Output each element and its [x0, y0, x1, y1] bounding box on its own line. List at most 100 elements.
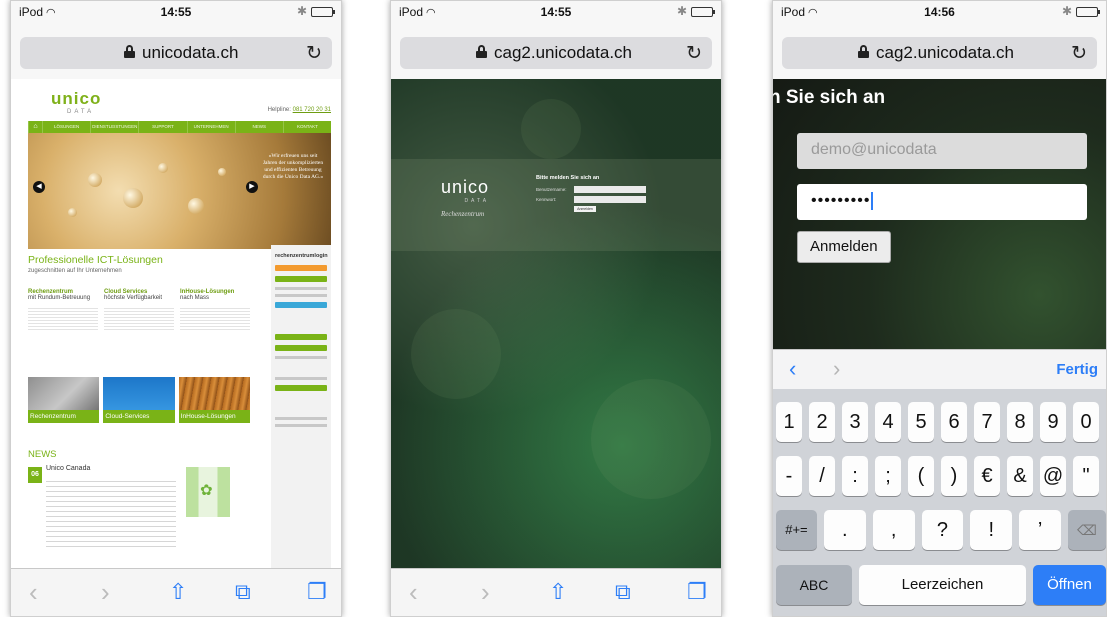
home-icon[interactable]: ⌂: [28, 121, 42, 133]
previous-field-icon[interactable]: ‹: [789, 356, 796, 382]
tile-rechenzentrum[interactable]: Rechenzentrum: [28, 377, 100, 423]
keyboard-row-bottom: ABC Leerzeichen Öffnen: [776, 565, 1106, 605]
sidebar-title: rechenzentrumlogin: [275, 253, 328, 259]
sidebar-button[interactable]: [275, 265, 327, 271]
key[interactable]: :: [842, 456, 868, 496]
key[interactable]: &: [1007, 456, 1033, 496]
sidebar-button[interactable]: [275, 345, 327, 351]
sidebar-button[interactable]: [275, 302, 327, 308]
key[interactable]: ?: [921, 510, 964, 550]
bookmarks-icon[interactable]: ⧉: [615, 577, 631, 607]
key[interactable]: €: [974, 456, 1000, 496]
address-bar[interactable]: unicodata.ch ↻: [20, 37, 332, 69]
password-field[interactable]: •••••••••: [797, 184, 1087, 220]
tile-inhouse[interactable]: InHouse-Lösungen: [178, 377, 250, 423]
nav-item[interactable]: NEWS: [234, 121, 283, 133]
clock: 14:55: [160, 5, 192, 19]
site-logo[interactable]: unico DATA: [51, 89, 101, 115]
url-text: cag2.unicodata.ch: [876, 43, 1014, 62]
sidebar-link[interactable]: [275, 417, 327, 420]
key[interactable]: -: [776, 456, 802, 496]
news-title[interactable]: Unico Canada: [46, 465, 90, 472]
tabs-icon[interactable]: ❐: [307, 577, 327, 607]
space-key[interactable]: Leerzeichen: [859, 565, 1026, 605]
key[interactable]: 5: [908, 402, 934, 442]
reload-icon[interactable]: ↻: [306, 42, 322, 65]
key[interactable]: 4: [875, 402, 901, 442]
intro: Professionelle ICT-Lösungen zugeschnitte…: [28, 254, 248, 274]
slider-next-icon[interactable]: ▶: [246, 181, 258, 193]
sidebar-link[interactable]: [275, 424, 327, 427]
back-icon[interactable]: ‹: [29, 577, 38, 607]
key[interactable]: 7: [974, 402, 1000, 442]
back-icon[interactable]: ‹: [409, 577, 418, 607]
password-row: Kennwort:: [536, 196, 656, 203]
key[interactable]: ;: [875, 456, 901, 496]
status-bar: iPod ◠ 14:56 ✱: [773, 1, 1106, 23]
login-button[interactable]: Anmelden: [797, 231, 891, 263]
status-bar: iPod ◠ 14:55 ✱: [391, 1, 721, 23]
bookmarks-icon[interactable]: ⧉: [235, 577, 251, 607]
key[interactable]: ": [1073, 456, 1099, 496]
clock: 14:55: [540, 5, 572, 19]
key[interactable]: @: [1040, 456, 1066, 496]
nav-item[interactable]: SUPPORT: [138, 121, 186, 133]
key[interactable]: 1: [776, 402, 802, 442]
login-button[interactable]: Anmelden: [574, 206, 596, 212]
key[interactable]: 3: [842, 402, 868, 442]
slider-prev-icon[interactable]: ◀: [33, 181, 45, 193]
battery-icon: [1076, 7, 1100, 17]
reload-icon[interactable]: ↻: [686, 42, 702, 65]
key[interactable]: !: [970, 510, 1013, 550]
go-key[interactable]: Öffnen: [1033, 565, 1106, 605]
key[interactable]: .: [823, 510, 866, 550]
logo-text: unico: [51, 89, 102, 108]
key[interactable]: 0: [1073, 402, 1099, 442]
nav-item[interactable]: UNTERNEHMEN: [186, 121, 235, 133]
address-bar[interactable]: cag2.unicodata.ch ↻: [782, 37, 1097, 69]
forward-icon[interactable]: ›: [101, 577, 110, 607]
delete-icon[interactable]: ⌫: [1068, 510, 1106, 550]
login-form: Bitte melden Sie sich an Benutzername: K…: [536, 175, 656, 212]
sidebar-button[interactable]: [275, 385, 327, 391]
key[interactable]: 9: [1040, 402, 1066, 442]
password-field[interactable]: [574, 196, 646, 203]
username-field[interactable]: [574, 186, 646, 193]
helpline-number[interactable]: 081 720 20 31: [293, 107, 331, 113]
key[interactable]: /: [809, 456, 835, 496]
forward-icon[interactable]: ›: [481, 577, 490, 607]
key[interactable]: ’: [1019, 510, 1062, 550]
share-icon[interactable]: ⇧: [549, 577, 567, 607]
done-button[interactable]: Fertig: [1056, 361, 1098, 378]
sidebar-link[interactable]: [275, 356, 327, 359]
tile-cloud-services[interactable]: Cloud-Services: [103, 377, 175, 423]
sidebar-link[interactable]: [275, 294, 327, 297]
key[interactable]: (: [908, 456, 934, 496]
service-tiles: Rechenzentrum Cloud-Services InHouse-Lös…: [28, 377, 250, 423]
tabs-icon[interactable]: ❐: [687, 577, 707, 607]
logo-subtext: DATA: [464, 198, 490, 204]
sidebar-button[interactable]: [275, 334, 327, 340]
nav-item[interactable]: LÖSUNGEN: [42, 121, 90, 133]
key[interactable]: 8: [1007, 402, 1033, 442]
key[interactable]: 6: [941, 402, 967, 442]
nav-item[interactable]: DIENSTLEISTUNGEN: [90, 121, 138, 133]
more-symbols-key[interactable]: #+=: [776, 510, 817, 550]
key[interactable]: 2: [809, 402, 835, 442]
text-caret: [871, 192, 874, 210]
reload-icon[interactable]: ↻: [1071, 42, 1087, 65]
next-field-icon[interactable]: ›: [833, 356, 840, 382]
abc-key[interactable]: ABC: [776, 565, 852, 605]
hero-quote: «Wir erfreuen uns seit Jahren der unkomp…: [262, 153, 324, 180]
sidebar-link[interactable]: [275, 287, 327, 290]
address-bar[interactable]: cag2.unicodata.ch ↻: [400, 37, 712, 69]
site-logo: unico DATA Rechenzentrum: [441, 177, 489, 218]
service-subtitle: höchste Verfügbarkeit: [104, 295, 163, 301]
sidebar-button[interactable]: [275, 276, 327, 282]
nav-item[interactable]: KONTAKT: [282, 121, 331, 133]
key[interactable]: ,: [872, 510, 915, 550]
key[interactable]: ): [941, 456, 967, 496]
share-icon[interactable]: ⇧: [169, 577, 187, 607]
username-field[interactable]: demo@unicodata: [797, 133, 1087, 169]
password-dots: •••••••••: [811, 192, 871, 210]
